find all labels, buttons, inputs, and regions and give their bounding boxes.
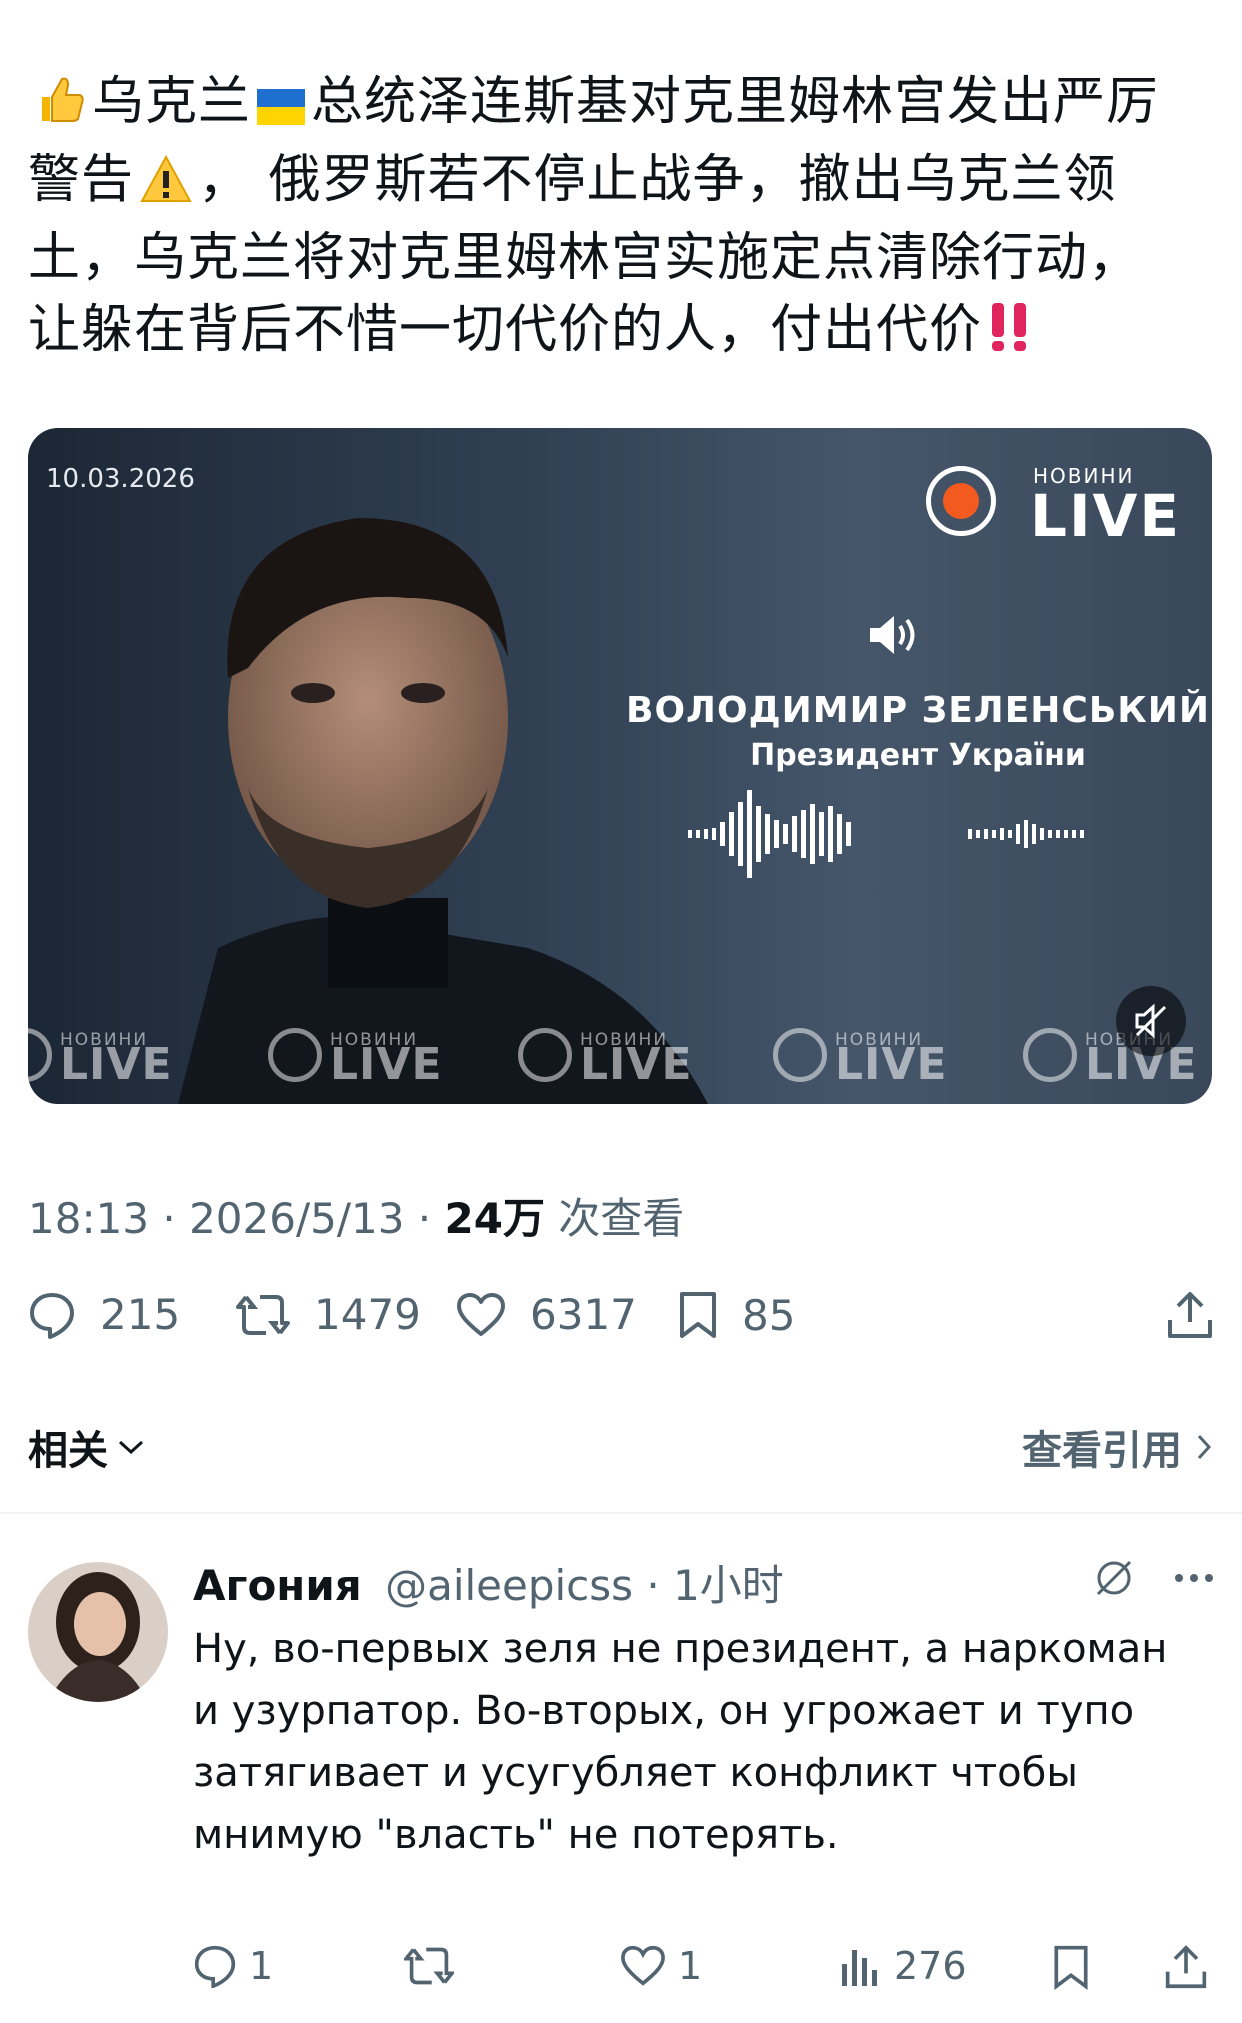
speaker-role: Президент України [750, 738, 1086, 773]
reply-author-name[interactable]: Агония [193, 1561, 362, 1610]
like-count: 6317 [530, 1290, 637, 1339]
post-line-1: 乌克兰 总统泽连斯基对克里姆林宫发出严厉 [28, 66, 1218, 144]
post-line-3: 土，乌克兰将对克里姆林宫实施定点清除行动， [28, 228, 1142, 288]
reply-view-count: 276 [894, 1944, 967, 1988]
share-button[interactable] [1166, 1290, 1238, 1340]
bookmark-icon [680, 1292, 716, 1338]
reply-repost-button[interactable] [404, 1944, 466, 1988]
watermark-ring-icon [268, 1028, 322, 1082]
double-exclamation-icon [988, 300, 1032, 372]
bookmark-button[interactable]: 85 [678, 1290, 795, 1340]
video-card[interactable]: 10.03.2026 НОВИНИ LIVE ВОЛОДИМИР ЗЕЛЕНСЬ… [28, 428, 1212, 1104]
ukraine-flag-icon [257, 72, 306, 144]
post-text: 乌克兰 总统泽连斯基对克里姆林宫发出严厉 警告 ， 俄罗斯若不停止战争，撤出乌克… [28, 66, 1218, 372]
live-logo-dot [943, 483, 979, 519]
post-actions: 215 1479 6317 85 [0, 1290, 1242, 1360]
muted-speaker-icon [1135, 1003, 1167, 1039]
reply-count: 215 [100, 1290, 181, 1339]
reply-reply-count: 1 [249, 1944, 274, 1988]
chevron-down-icon [118, 1440, 144, 1455]
post-line-2: 警告 ， 俄罗斯若不停止战争，撤出乌克兰领 [28, 144, 1218, 222]
grok-icon[interactable] [1092, 1556, 1136, 1600]
avatar[interactable] [28, 1562, 168, 1702]
heart-icon [621, 1945, 665, 1986]
heart-icon [457, 1292, 505, 1336]
like-button[interactable]: 6317 [456, 1290, 637, 1339]
warning-icon [140, 150, 192, 222]
view-count: 24万 [444, 1194, 545, 1243]
audio-waveform [688, 790, 1084, 878]
repost-icon [404, 1947, 454, 1985]
post-line-4: 让躲在背后不惜一切代价的人，付出代价 [28, 294, 1218, 372]
watermark-strip: НОВИНИ LIVE НОВИНИ LIVE НОВИНИ LIVE НОВИ… [28, 1014, 1212, 1104]
post-timestamp: 18:13 · 2026/5/13 · [28, 1194, 445, 1243]
reply-reply-button[interactable]: 1 [193, 1944, 273, 1988]
related-toggle[interactable]: 相关 [28, 1418, 146, 1476]
watermark-ring-icon [28, 1028, 52, 1082]
share-icon [1168, 1292, 1212, 1338]
video-date: 10.03.2026 [46, 464, 195, 494]
watermark-ring-icon [518, 1028, 572, 1082]
post-meta: 18:13 · 2026/5/13 · 24万 次查看 [28, 1185, 684, 1246]
reply-button[interactable]: 215 [28, 1290, 180, 1339]
reply-share-button[interactable] [1164, 1944, 1220, 1990]
section-divider [0, 1512, 1242, 1514]
bookmark-count: 85 [742, 1290, 796, 1340]
reply-bookmark-button[interactable] [1052, 1944, 1102, 1990]
view-quotes-link[interactable]: 查看引用 [1022, 1418, 1214, 1476]
chevron-right-icon [1197, 1434, 1212, 1460]
views-chart-icon [842, 1950, 877, 1986]
reply-author-handle[interactable]: @aileepicss [385, 1561, 633, 1610]
speaker-name: ВОЛОДИМИР ЗЕЛЕНСЬКИЙ [626, 690, 1210, 731]
reply-like-button[interactable]: 1 [620, 1944, 702, 1988]
view-label: 次查看 [544, 1194, 685, 1243]
reply-header-icons [1092, 1556, 1214, 1600]
reply-views-button[interactable]: 276 [838, 1944, 967, 1988]
more-options-icon[interactable] [1174, 1572, 1214, 1584]
repost-icon [236, 1294, 290, 1335]
repost-button[interactable]: 1479 [236, 1290, 421, 1339]
live-logo-big-text: LIVE [1030, 482, 1182, 550]
bookmark-icon [1054, 1945, 1088, 1990]
reply-like-count: 1 [678, 1944, 703, 1988]
reply-time: · 1小时 [633, 1561, 784, 1610]
reply-actions: 1 1 276 [0, 1944, 1242, 2004]
mute-button[interactable] [1116, 986, 1186, 1056]
speaker-icon [866, 612, 922, 662]
repost-count: 1479 [314, 1290, 421, 1339]
novyny-live-logo: НОВИНИ LIVE [926, 458, 1186, 550]
comment-icon [194, 1945, 236, 1988]
thumbs-up-icon [34, 72, 86, 144]
reply-body: Ну, во-первых зеля не президент, а нарко… [193, 1626, 1168, 1858]
comment-icon [30, 1292, 74, 1339]
watermark-ring-icon [1023, 1028, 1077, 1082]
share-icon [1165, 1945, 1207, 1989]
reply-header: Агония @aileepicss · 1小时 [193, 1552, 784, 1613]
watermark-ring-icon [773, 1028, 827, 1082]
